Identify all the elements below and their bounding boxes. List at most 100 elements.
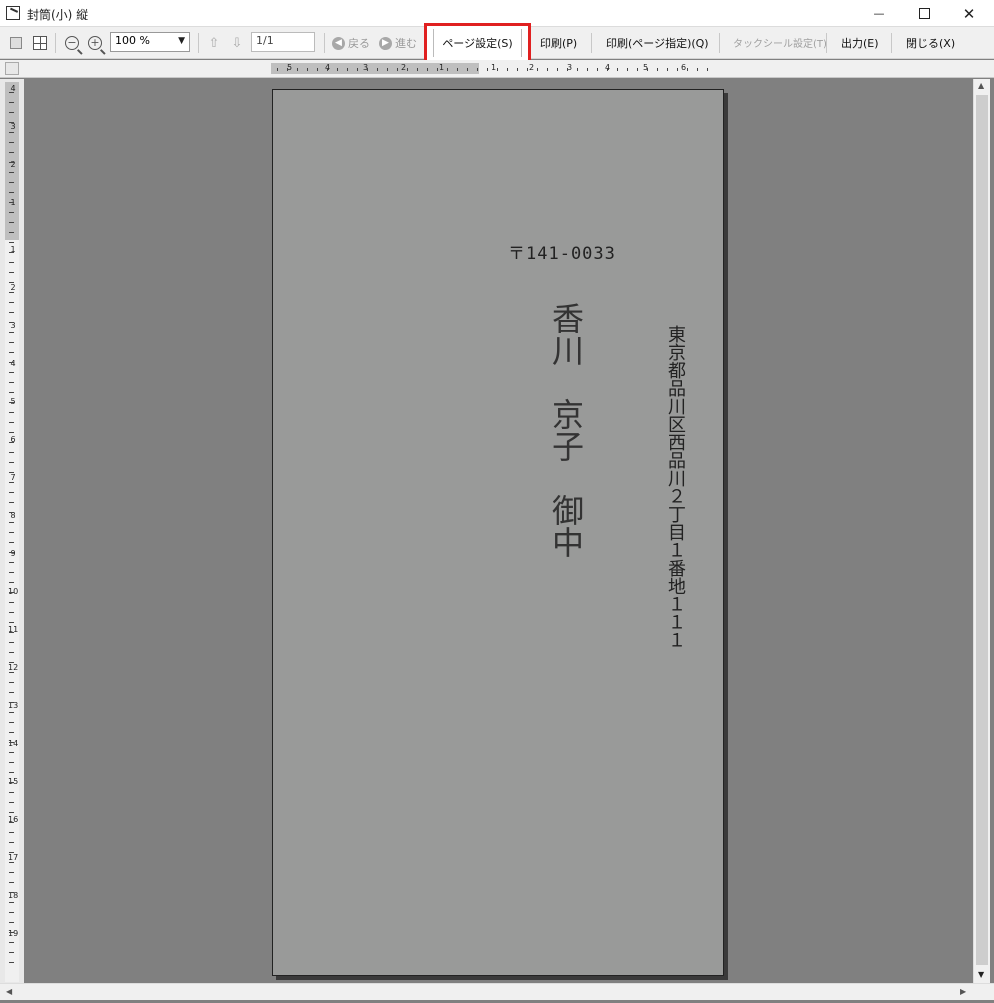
multi-page-icon[interactable] bbox=[31, 34, 49, 52]
horizontal-ruler-tick bbox=[317, 68, 318, 71]
vertical-ruler-tick bbox=[9, 322, 14, 323]
forward-button[interactable]: ▶ 進む bbox=[379, 35, 417, 51]
vertical-ruler-tick bbox=[9, 572, 14, 573]
vertical-ruler-tick bbox=[9, 702, 14, 703]
horizontal-ruler-tick bbox=[677, 68, 678, 71]
horizontal-ruler-tick bbox=[447, 68, 448, 71]
vertical-ruler-tick bbox=[9, 732, 14, 733]
zoom-in-icon[interactable]: + bbox=[86, 34, 104, 52]
back-button[interactable]: ◀ 戻る bbox=[332, 35, 370, 51]
horizontal-ruler-tick bbox=[687, 68, 688, 71]
horizontal-ruler-label: 1 bbox=[439, 63, 445, 72]
scroll-up-icon[interactable]: ▲ bbox=[978, 81, 984, 90]
vertical-ruler-tick bbox=[9, 272, 14, 273]
vertical-ruler-tick bbox=[9, 632, 14, 633]
vertical-ruler-tick bbox=[9, 922, 14, 923]
vertical-ruler-tick bbox=[9, 882, 14, 883]
vertical-ruler-tick bbox=[9, 552, 14, 553]
horizontal-ruler-label: 2 bbox=[401, 63, 407, 72]
vertical-ruler-tick bbox=[9, 582, 14, 583]
vertical-ruler-tick bbox=[9, 872, 14, 873]
vertical-ruler-tick bbox=[9, 372, 14, 373]
zoom-select[interactable]: 100 % ▼ bbox=[110, 32, 190, 52]
vertical-ruler-tick bbox=[9, 652, 14, 653]
horizontal-ruler-label: 1 bbox=[491, 63, 497, 72]
vertical-ruler-tick bbox=[9, 142, 14, 143]
output-button[interactable]: 出力(E) bbox=[841, 35, 879, 51]
vertical-ruler-tick bbox=[9, 812, 14, 813]
close-button[interactable]: 閉じる(X) bbox=[906, 35, 955, 51]
vertical-ruler-tick bbox=[9, 262, 14, 263]
horizontal-ruler-tick bbox=[597, 68, 598, 71]
vertical-ruler-tick bbox=[9, 132, 14, 133]
scroll-right-icon[interactable]: ▶ bbox=[960, 987, 966, 996]
horizontal-ruler-tick bbox=[657, 68, 658, 71]
vertical-ruler-tick bbox=[9, 712, 14, 713]
print-button[interactable]: 印刷(P) bbox=[540, 35, 577, 51]
vertical-ruler-tick bbox=[9, 402, 14, 403]
scroll-left-icon[interactable]: ◀ bbox=[6, 987, 12, 996]
vertical-ruler-tick bbox=[9, 692, 14, 693]
page-number-field[interactable]: 1/1 bbox=[251, 32, 315, 52]
horizontal-scrollbar[interactable]: ◀ ▶ bbox=[0, 983, 994, 1000]
maximize-button[interactable] bbox=[901, 0, 947, 27]
single-page-icon[interactable] bbox=[7, 34, 25, 52]
tack-seal-settings-button[interactable]: タックシール設定(T) bbox=[733, 35, 827, 50]
zoom-out-icon[interactable]: − bbox=[63, 34, 81, 52]
horizontal-ruler-tick bbox=[547, 68, 548, 71]
horizontal-ruler-tick bbox=[527, 68, 528, 71]
ruler-corner bbox=[5, 62, 19, 75]
back-arrow-icon: ◀ bbox=[332, 36, 345, 50]
vertical-ruler-tick bbox=[9, 312, 14, 313]
vertical-ruler-tick bbox=[9, 412, 14, 413]
maximize-icon bbox=[918, 8, 930, 19]
horizontal-ruler-bar: 54321123456 bbox=[0, 60, 994, 78]
page-setup-button[interactable]: ページ設定(S) bbox=[424, 23, 531, 63]
horizontal-ruler-tick bbox=[457, 68, 458, 71]
vertical-ruler-tick bbox=[9, 212, 14, 213]
zoom-value: 100 % bbox=[115, 34, 150, 47]
vertical-ruler-tick bbox=[9, 222, 14, 223]
vertical-ruler-tick bbox=[9, 762, 14, 763]
vertical-ruler-tick bbox=[9, 562, 14, 563]
toolbar-divider bbox=[55, 33, 56, 53]
horizontal-ruler: 54321123456 bbox=[271, 63, 720, 74]
vertical-ruler-tick bbox=[9, 432, 14, 433]
recipient-address: 東京都品川区西品川２丁目１番地１１１ bbox=[665, 325, 686, 649]
vertical-ruler-tick bbox=[9, 512, 14, 513]
vertical-ruler-tick bbox=[9, 152, 14, 153]
vertical-ruler-tick bbox=[9, 522, 14, 523]
print-page-range-button[interactable]: 印刷(ページ指定)(Q) bbox=[606, 35, 709, 51]
horizontal-ruler-tick bbox=[567, 68, 568, 71]
vertical-ruler-tick bbox=[9, 782, 14, 783]
vertical-ruler-tick bbox=[9, 742, 14, 743]
vertical-ruler-tick bbox=[9, 382, 14, 383]
vertical-ruler-tick bbox=[9, 642, 14, 643]
vertical-ruler-tick bbox=[9, 302, 14, 303]
scroll-down-icon[interactable]: ▼ bbox=[978, 970, 984, 979]
minimize-button[interactable]: — bbox=[856, 0, 902, 27]
horizontal-ruler-tick bbox=[307, 68, 308, 71]
next-page-icon[interactable]: ⇩ bbox=[228, 34, 246, 52]
vertical-ruler-tick bbox=[9, 162, 14, 163]
vertical-ruler-tick bbox=[9, 602, 14, 603]
vertical-ruler-tick bbox=[9, 952, 14, 953]
horizontal-ruler-tick bbox=[487, 68, 488, 71]
close-window-button[interactable]: ✕ bbox=[946, 0, 992, 27]
vertical-ruler-tick bbox=[9, 722, 14, 723]
vertical-ruler: 432112345678910111213141516171819 bbox=[5, 82, 19, 982]
vertical-ruler-tick bbox=[9, 332, 14, 333]
vertical-scroll-thumb[interactable] bbox=[976, 95, 988, 965]
horizontal-ruler-tick bbox=[417, 68, 418, 71]
vertical-ruler-tick bbox=[9, 492, 14, 493]
horizontal-ruler-tick bbox=[607, 68, 608, 71]
horizontal-ruler-tick bbox=[697, 68, 698, 71]
horizontal-ruler-tick bbox=[407, 68, 408, 71]
horizontal-ruler-tick bbox=[287, 68, 288, 71]
vertical-scrollbar[interactable]: ▲ ▼ bbox=[973, 79, 990, 983]
vertical-ruler-tick bbox=[9, 832, 14, 833]
horizontal-ruler-tick bbox=[467, 68, 468, 71]
vertical-ruler-tick bbox=[9, 242, 14, 243]
prev-page-icon[interactable]: ⇧ bbox=[205, 34, 223, 52]
vertical-ruler-tick bbox=[9, 802, 14, 803]
